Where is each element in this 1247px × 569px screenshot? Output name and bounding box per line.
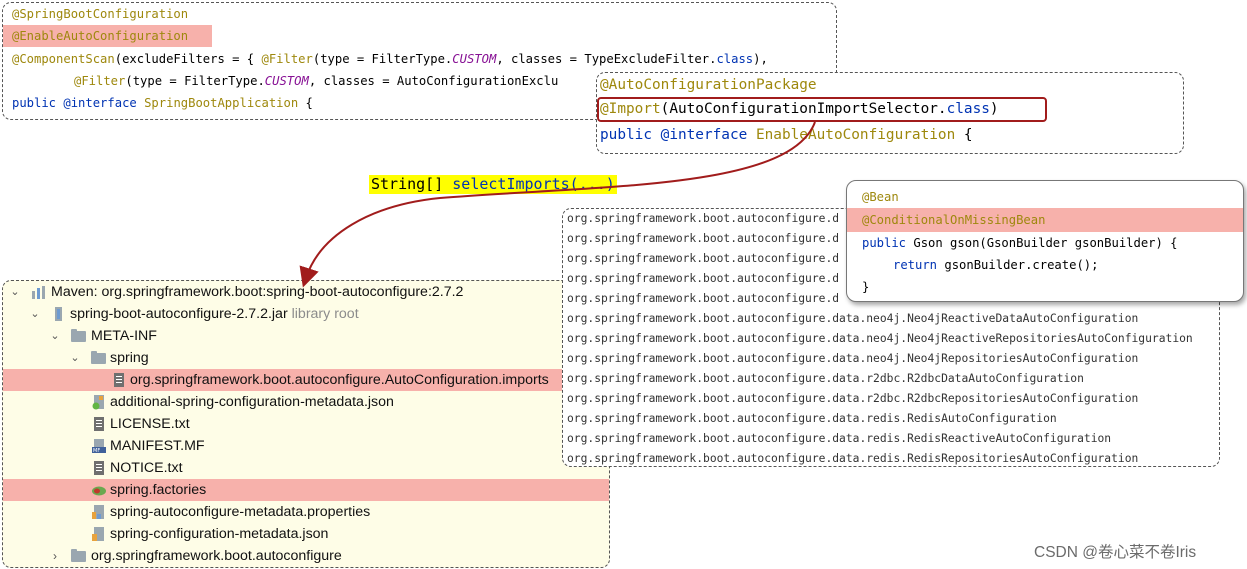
code-line-spring-boot-configuration: @SpringBootConfiguration	[12, 7, 189, 21]
manifest-file-icon: MF	[91, 438, 107, 454]
code-line-filter: @Filter(type = FilterType.CUSTOM, classe…	[74, 74, 559, 88]
code-line-conditional-on-missing-bean: @ConditionalOnMissingBean	[847, 208, 1243, 232]
json-file-icon	[91, 394, 107, 410]
tree-item-license[interactable]: LICENSE.txt	[3, 413, 609, 435]
properties-file-icon	[91, 504, 107, 520]
folder-icon	[71, 549, 86, 562]
tree-item-maven-root[interactable]: ⌄ Maven: org.springframework.boot:spring…	[3, 281, 609, 303]
list-item: org.springframework.boot.autoconfigure.d…	[567, 312, 1139, 325]
tree-item-autoconfigure-package[interactable]: › org.springframework.boot.autoconfigure	[3, 545, 609, 567]
code-line-enable-interface: public @interface EnableAutoConfiguratio…	[600, 127, 973, 143]
tree-item-spring-factories[interactable]: spring.factories	[3, 479, 609, 501]
code-line-auto-configuration-package: @AutoConfigurationPackage	[600, 77, 817, 93]
watermark: CSDN @卷心菜不卷Iris	[1034, 544, 1197, 561]
tree-item-notice[interactable]: NOTICE.txt	[3, 457, 609, 479]
list-item: org.springframework.boot.autoconfigure.d	[567, 252, 840, 265]
list-item: org.springframework.boot.autoconfigure.d	[567, 232, 840, 245]
tree-item-metadata-json[interactable]: spring-configuration-metadata.json	[3, 523, 609, 545]
tree-item-metadata-properties[interactable]: spring-autoconfigure-metadata.properties	[3, 501, 609, 523]
code-line-component-scan: @ComponentScan(excludeFilters = { @Filte…	[12, 52, 768, 66]
tree-item-spring-folder[interactable]: ⌄ spring	[3, 347, 609, 369]
code-line-import-selector: @Import(AutoConfigurationImportSelector.…	[600, 101, 999, 117]
list-item: org.springframework.boot.autoconfigure.d…	[567, 332, 1193, 345]
folder-icon	[91, 351, 106, 364]
folder-icon	[71, 329, 86, 342]
code-line-return: return gsonBuilder.create();	[893, 258, 1099, 272]
code-line-enable-auto-configuration: @EnableAutoConfiguration	[3, 25, 212, 47]
enable-auto-configuration-code-box: @AutoConfigurationPackage @Import(AutoCo…	[596, 72, 1184, 154]
tree-item-jar[interactable]: ⌄ spring-boot-autoconfigure-2.7.2.jar li…	[3, 303, 609, 325]
list-item: org.springframework.boot.autoconfigure.d…	[567, 432, 1112, 445]
project-tree-panel: ⌄ Maven: org.springframework.boot:spring…	[2, 280, 610, 568]
tree-item-additional-metadata-json[interactable]: additional-spring-configuration-metadata…	[3, 391, 609, 413]
chevron-down-icon[interactable]: ⌄	[69, 347, 81, 369]
list-item: org.springframework.boot.autoconfigure.d…	[567, 452, 1139, 465]
jar-icon	[51, 306, 67, 322]
list-item: org.springframework.boot.autoconfigure.d…	[567, 392, 1139, 405]
code-line-closing-brace: }	[862, 280, 870, 294]
list-item: org.springframework.boot.autoconfigure.d	[567, 292, 840, 305]
list-item: org.springframework.boot.autoconfigure.d	[567, 212, 840, 225]
list-item: org.springframework.boot.autoconfigure.d…	[567, 372, 1084, 385]
list-item: org.springframework.boot.autoconfigure.d…	[567, 352, 1139, 365]
chevron-right-icon[interactable]: ›	[49, 545, 61, 567]
code-line-bean: @Bean	[862, 190, 899, 204]
json-file-icon	[91, 526, 107, 542]
tree-item-manifest[interactable]: MF MANIFEST.MF	[3, 435, 609, 457]
tree-item-meta-inf[interactable]: ⌄ META-INF	[3, 325, 609, 347]
spring-leaf-icon	[91, 482, 107, 498]
code-line-gson-method: public Gson gson(GsonBuilder gsonBuilder…	[862, 236, 1178, 250]
text-file-icon	[91, 416, 107, 432]
text-file-icon	[91, 460, 107, 476]
chevron-down-icon[interactable]: ⌄	[49, 325, 61, 347]
tree-item-imports-file[interactable]: org.springframework.boot.autoconfigure.A…	[3, 369, 609, 391]
select-imports-label: String[] selectImports(...)	[369, 175, 617, 194]
list-item: org.springframework.boot.autoconfigure.d	[567, 272, 840, 285]
text-file-icon	[111, 372, 127, 388]
library-icon	[31, 284, 47, 300]
code-line-interface-declaration: public @interface SpringBootApplication …	[12, 96, 313, 110]
chevron-down-icon[interactable]: ⌄	[9, 281, 21, 303]
chevron-down-icon[interactable]: ⌄	[29, 303, 41, 325]
gson-bean-code-card: @Bean @ConditionalOnMissingBean public G…	[846, 180, 1244, 302]
list-item: org.springframework.boot.autoconfigure.d…	[567, 412, 1057, 425]
svg-text:MF: MF	[93, 448, 100, 454]
